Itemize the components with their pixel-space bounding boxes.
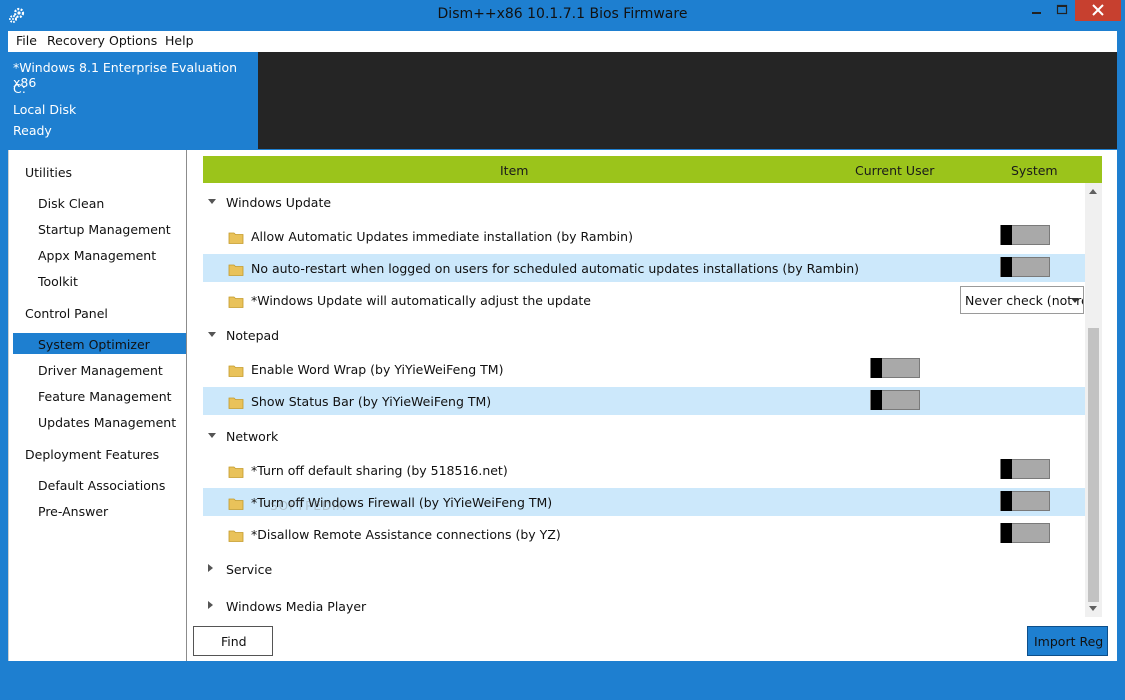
- item-label: *Windows Update will automatically adjus…: [251, 293, 591, 308]
- menu-bar: File Recovery Options Help: [8, 31, 1117, 52]
- sidebar-item-startup-management[interactable]: Startup Management: [38, 222, 171, 237]
- item-label: Allow Automatic Updates immediate instal…: [251, 229, 633, 244]
- expand-arrow-icon[interactable]: [208, 433, 216, 438]
- group-service[interactable]: Service: [226, 562, 272, 577]
- sidebar-item-feature-management[interactable]: Feature Management: [38, 389, 172, 404]
- close-icon: [1092, 4, 1104, 16]
- close-button[interactable]: [1075, 0, 1121, 21]
- scroll-thumb[interactable]: [1088, 328, 1099, 602]
- item-label: *Disallow Remote Assistance connections …: [251, 527, 561, 542]
- scroll-up-icon[interactable]: [1089, 189, 1097, 194]
- menu-file[interactable]: File: [16, 33, 37, 48]
- item-label: Enable Word Wrap (by YiYieWeiFeng TM): [251, 362, 504, 377]
- drive-letter: C:: [13, 81, 26, 96]
- folder-icon: [228, 232, 244, 244]
- column-header-system[interactable]: System: [1011, 163, 1058, 178]
- disk-label: Local Disk: [13, 102, 77, 117]
- sidebar-item-driver-management[interactable]: Driver Management: [38, 363, 163, 378]
- expand-arrow-icon[interactable]: [208, 332, 216, 337]
- maximize-button[interactable]: [1049, 0, 1075, 21]
- main-area: Utilities Disk Clean Startup Management …: [8, 150, 1117, 661]
- sidebar-category-control-panel[interactable]: Control Panel: [25, 306, 108, 321]
- folder-icon: [228, 466, 244, 478]
- find-button[interactable]: Find: [193, 626, 273, 656]
- sidebar-category-deployment-features[interactable]: Deployment Features: [25, 447, 159, 462]
- sidebar-item-pre-answer[interactable]: Pre-Answer: [38, 504, 108, 519]
- toggle-switch[interactable]: [870, 390, 920, 410]
- toggle-switch[interactable]: [1000, 257, 1050, 277]
- session-info-panel[interactable]: *Windows 8.1 Enterprise Evaluation x86 C…: [8, 52, 258, 149]
- import-reg-button-label: Import Reg: [1034, 634, 1104, 649]
- title-bar: Dism++x86 10.1.7.1 Bios Firmware: [0, 0, 1125, 31]
- table-header: Item Current User System: [203, 156, 1102, 183]
- chevron-down-icon: [1071, 298, 1079, 303]
- column-header-item[interactable]: Item: [500, 163, 528, 178]
- group-windows-media-player[interactable]: Windows Media Player: [226, 599, 366, 614]
- folder-icon: [228, 264, 244, 276]
- folder-icon: [228, 530, 244, 542]
- minimize-icon: [1032, 12, 1041, 14]
- session-list-area[interactable]: [258, 52, 1117, 149]
- folder-icon: [228, 296, 244, 308]
- collapse-arrow-icon[interactable]: [208, 564, 213, 572]
- watermark: SOFTPEDIA: [270, 499, 346, 513]
- sidebar-item-disk-clean[interactable]: Disk Clean: [38, 196, 104, 211]
- item-label: Show Status Bar (by YiYieWeiFeng TM): [251, 394, 492, 409]
- toggle-switch[interactable]: [1000, 225, 1050, 245]
- menu-recovery[interactable]: Recovery: [47, 33, 105, 48]
- toggle-switch[interactable]: [1000, 491, 1050, 511]
- sidebar-item-default-associations[interactable]: Default Associations: [38, 478, 165, 493]
- menu-options[interactable]: Options: [109, 33, 157, 48]
- group-network[interactable]: Network: [226, 429, 278, 444]
- collapse-arrow-icon[interactable]: [208, 601, 213, 609]
- dropdown-value: Never check (not rec: [965, 293, 1084, 308]
- scroll-down-icon[interactable]: [1089, 606, 1097, 611]
- menu-help[interactable]: Help: [165, 33, 194, 48]
- folder-icon: [228, 365, 244, 377]
- window-title: Dism++x86 10.1.7.1 Bios Firmware: [437, 6, 688, 22]
- item-label: No auto-restart when logged on users for…: [251, 261, 860, 276]
- import-reg-button[interactable]: Import Reg: [1027, 626, 1108, 656]
- minimize-button[interactable]: [1023, 0, 1049, 21]
- vertical-scrollbar[interactable]: [1085, 183, 1102, 617]
- toggle-switch[interactable]: [1000, 523, 1050, 543]
- sidebar-item-toolkit[interactable]: Toolkit: [38, 274, 78, 289]
- folder-icon: [228, 498, 244, 510]
- os-name: *Windows 8.1 Enterprise Evaluation x86: [13, 60, 238, 90]
- group-windows-update[interactable]: Windows Update: [226, 195, 331, 210]
- sidebar: Utilities Disk Clean Startup Management …: [8, 150, 187, 661]
- column-header-current-user[interactable]: Current User: [855, 163, 934, 178]
- update-mode-dropdown[interactable]: Never check (not rec: [960, 286, 1084, 314]
- expand-arrow-icon[interactable]: [208, 199, 216, 204]
- session-status: Ready: [13, 123, 52, 138]
- toggle-switch[interactable]: [870, 358, 920, 378]
- sidebar-item-system-optimizer[interactable]: System Optimizer: [38, 337, 150, 352]
- sidebar-category-utilities[interactable]: Utilities: [25, 165, 72, 180]
- group-notepad[interactable]: Notepad: [226, 328, 279, 343]
- folder-icon: [228, 397, 244, 409]
- toggle-switch[interactable]: [1000, 459, 1050, 479]
- find-button-label: Find: [221, 634, 247, 649]
- sidebar-item-updates-management[interactable]: Updates Management: [38, 415, 176, 430]
- maximize-icon: [1056, 4, 1068, 15]
- item-label: *Turn off default sharing (by 518516.net…: [251, 463, 508, 478]
- sidebar-item-appx-management[interactable]: Appx Management: [38, 248, 156, 263]
